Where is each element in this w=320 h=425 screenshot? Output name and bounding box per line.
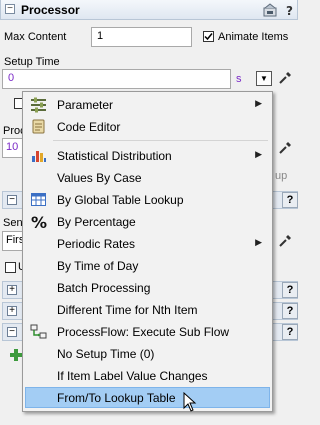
menu-item-label: Different Time for Nth Item [57, 303, 198, 317]
eyedropper-icon[interactable] [277, 233, 293, 249]
menu-item-periodic-rates[interactable]: Periodic Rates ▶ [25, 233, 270, 254]
percent-icon: % [31, 213, 47, 230]
help-button[interactable]: ? [282, 324, 298, 340]
mouse-cursor-icon [183, 392, 197, 412]
menu-item-label: ProcessFlow: Execute Sub Flow [57, 325, 230, 339]
animate-items-checkbox[interactable] [203, 31, 214, 42]
menu-item-label: Batch Processing [57, 281, 151, 295]
menu-item-by-percentage[interactable]: % By Percentage [25, 211, 270, 232]
collapse-toggle[interactable]: − [7, 195, 17, 205]
code-editor-icon [32, 119, 45, 134]
animate-items-label: Animate Items [218, 31, 289, 43]
menu-item-label: No Setup Time (0) [57, 347, 155, 361]
properties-icon[interactable] [263, 3, 277, 17]
help-icon[interactable]: ? [282, 3, 296, 17]
menu-item-processflow-execute-sub-flow[interactable]: ProcessFlow: Execute Sub Flow [25, 321, 270, 342]
menu-item-code-editor[interactable]: Code Editor [25, 116, 270, 137]
menu-item-parameter[interactable]: Parameter ▶ [25, 94, 270, 115]
menu-item-label: By Percentage [57, 215, 136, 229]
setup-time-input[interactable]: 0 [2, 69, 231, 89]
max-content-label: Max Content [4, 31, 67, 43]
max-content-input[interactable]: 1 [91, 27, 192, 47]
help-button[interactable]: ? [282, 192, 298, 208]
submenu-arrow-icon: ▶ [255, 149, 262, 159]
menu-item-batch-processing[interactable]: Batch Processing [25, 277, 270, 298]
table-icon [31, 193, 46, 206]
submenu-arrow-icon: ▶ [255, 98, 262, 108]
menu-item-label: If Item Label Value Changes [57, 369, 208, 383]
svg-text:%: % [31, 213, 47, 230]
partial-process-input[interactable]: 10 [2, 138, 24, 158]
menu-item-label: Periodic Rates [57, 237, 136, 251]
expand-toggle[interactable]: + [7, 306, 17, 316]
panel-header: − Processor ? [0, 0, 298, 20]
expand-toggle[interactable]: + [7, 285, 17, 295]
help-button[interactable]: ? [282, 303, 298, 319]
checkmark-icon [204, 33, 213, 41]
menu-item-different-time-nth-item[interactable]: Different Time for Nth Item [25, 299, 270, 320]
panel-title: Processor [21, 3, 80, 17]
menu-item-statistical-distribution[interactable]: Statistical Distribution ▶ [25, 145, 270, 166]
partial-firs-input[interactable]: Firs [2, 231, 24, 251]
menu-item-label: By Global Table Lookup [57, 193, 184, 207]
menu-item-no-setup-time[interactable]: No Setup Time (0) [25, 343, 270, 364]
menu-item-label: From/To Lookup Table [57, 391, 176, 405]
parameter-icon [31, 97, 46, 113]
collapse-toggle[interactable]: − [7, 327, 17, 337]
setup-time-label: Setup Time [4, 56, 60, 68]
menu-item-by-time-of-day[interactable]: By Time of Day [25, 255, 270, 276]
svg-text:?: ? [286, 4, 293, 17]
setup-time-dropdown-button[interactable]: ▼ [256, 71, 272, 86]
processflow-icon [30, 324, 47, 339]
eyedropper-icon[interactable] [277, 70, 293, 86]
setup-time-options-menu: Parameter ▶ Code Editor Statistical Dist… [22, 91, 273, 412]
help-button[interactable]: ? [282, 282, 298, 298]
menu-item-by-global-table-lookup[interactable]: By Global Table Lookup [25, 189, 270, 210]
statistical-distribution-icon [32, 151, 46, 162]
collapse-toggle[interactable]: − [5, 4, 15, 14]
menu-item-label: Code Editor [57, 120, 121, 134]
submenu-arrow-icon: ▶ [255, 237, 262, 247]
menu-item-label: By Time of Day [57, 259, 139, 273]
partial-sen-label: Sen [3, 217, 23, 229]
menu-separator [53, 140, 268, 141]
menu-item-label: Values By Case [57, 171, 142, 185]
menu-item-label: Statistical Distribution [57, 149, 172, 163]
menu-item-label: Parameter [57, 98, 114, 112]
menu-item-values-by-case[interactable]: Values By Case [25, 167, 270, 188]
add-icon[interactable] [9, 348, 23, 362]
partial-u-checkbox[interactable] [5, 262, 16, 273]
partial-text-right: up [275, 170, 288, 182]
menu-item-if-item-label-value-changes[interactable]: If Item Label Value Changes [25, 365, 270, 386]
menu-item-from-to-lookup-table[interactable]: From/To Lookup Table [25, 387, 270, 408]
setup-time-unit: s [236, 73, 242, 85]
eyedropper-icon[interactable] [277, 140, 293, 156]
